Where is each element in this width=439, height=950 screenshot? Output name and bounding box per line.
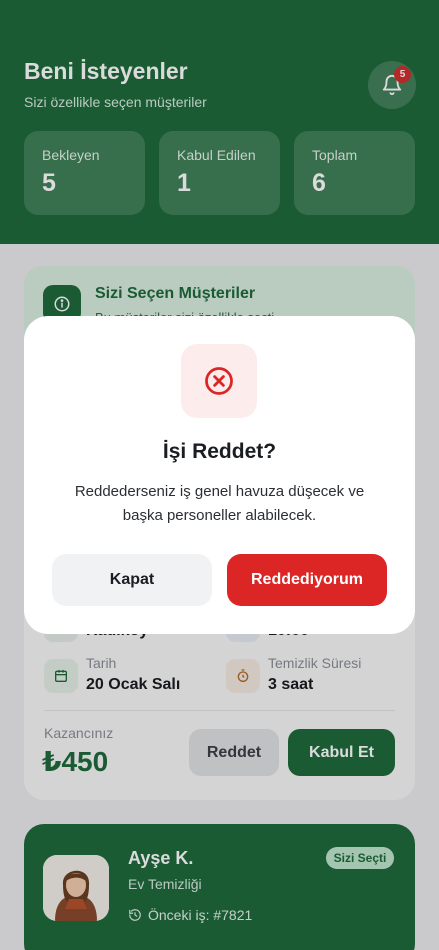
x-circle-icon [205,367,233,395]
dialog-title: İşi Reddet? [162,440,277,463]
close-button[interactable]: Kapat [52,554,212,606]
dialog-icon-container [181,344,257,418]
dialog-message: Reddederseniz iş genel havuza düşecek ve… [74,483,365,524]
confirm-reject-button[interactable]: Reddediyorum [227,554,387,606]
reject-dialog: İşi Reddet? Reddederseniz iş genel havuz… [24,316,415,634]
